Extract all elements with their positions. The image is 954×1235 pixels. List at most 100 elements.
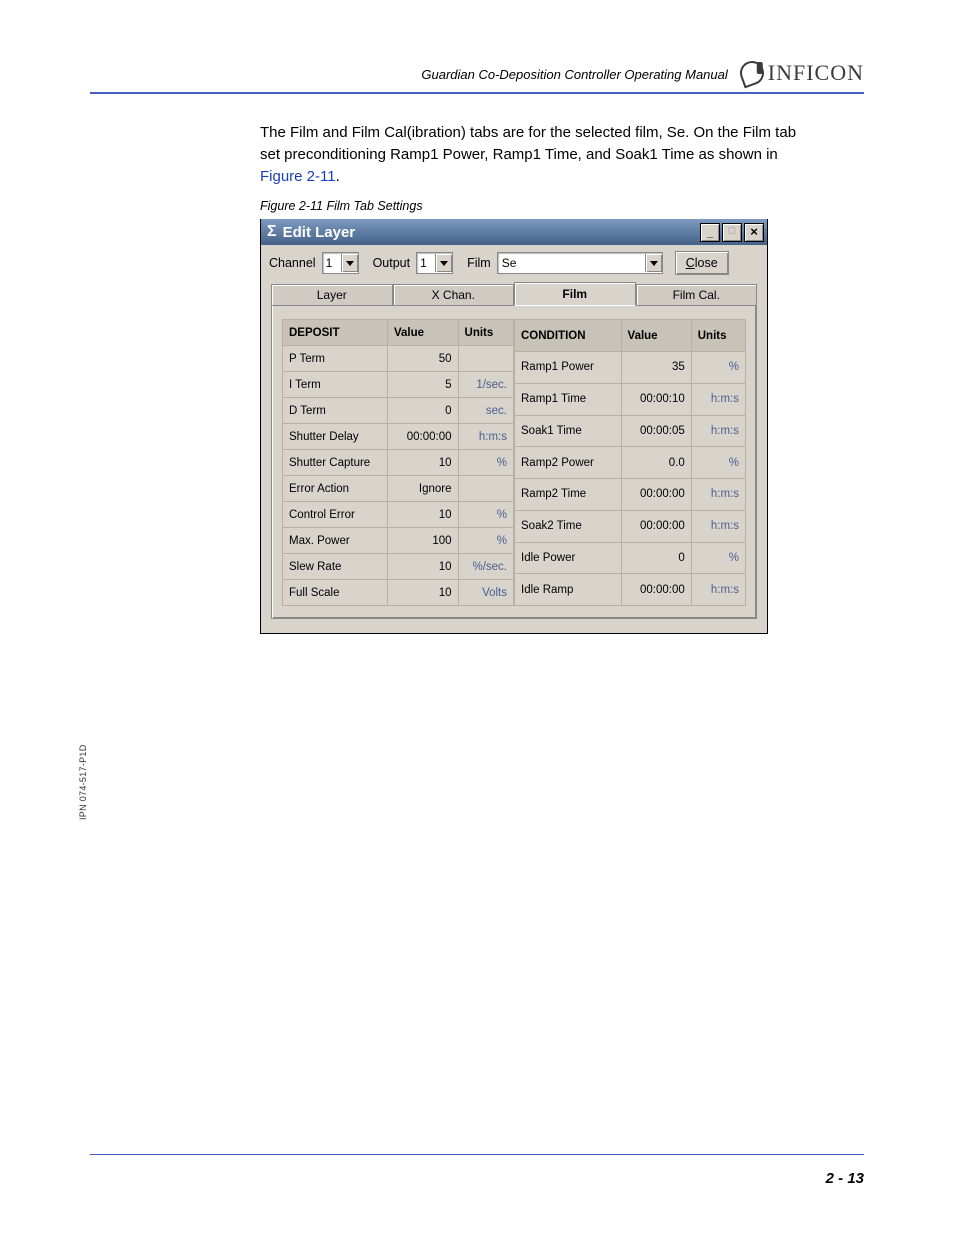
edit-layer-window: Σ Edit Layer _ □ × Channel 1 Output 1 Fi… xyxy=(260,219,768,634)
param-value[interactable]: 10 xyxy=(387,580,458,606)
film-value: Se xyxy=(498,256,645,270)
param-value[interactable]: 10 xyxy=(387,502,458,528)
manual-title: Guardian Co-Deposition Controller Operat… xyxy=(260,67,740,86)
param-name: Ramp1 Power xyxy=(515,352,622,384)
value-header: Value xyxy=(621,320,691,352)
film-label: Film xyxy=(467,256,491,270)
units-header: Units xyxy=(458,320,513,346)
window-title: Edit Layer xyxy=(283,224,700,241)
close-window-button[interactable]: × xyxy=(744,223,764,242)
tab-strip: Layer X Chan. Film Film Cal. xyxy=(271,281,757,305)
param-name: D Term xyxy=(283,398,388,424)
logo-icon xyxy=(736,58,767,89)
param-units: h:m:s xyxy=(691,510,745,542)
table-row: Error ActionIgnore xyxy=(283,476,514,502)
param-units: Volts xyxy=(458,580,513,606)
param-value[interactable]: 100 xyxy=(387,528,458,554)
window-toolbar: Channel 1 Output 1 Film Se Close xyxy=(261,245,767,281)
param-name: Full Scale xyxy=(283,580,388,606)
logo-text: INFICON xyxy=(768,60,864,86)
figure-link[interactable]: Figure 2-11 xyxy=(260,168,336,185)
table-row: Max. Power100% xyxy=(283,528,514,554)
table-row: Full Scale10Volts xyxy=(283,580,514,606)
output-label: Output xyxy=(373,256,411,270)
chevron-down-icon xyxy=(435,254,452,272)
param-value[interactable]: 0.0 xyxy=(621,447,691,479)
param-value[interactable]: 00:00:00 xyxy=(621,479,691,511)
param-value[interactable]: 00:00:10 xyxy=(621,383,691,415)
param-name: Shutter Capture xyxy=(283,450,388,476)
sigma-icon: Σ xyxy=(267,223,277,241)
param-units: h:m:s xyxy=(691,479,745,511)
param-units: 1/sec. xyxy=(458,372,513,398)
maximize-button[interactable]: □ xyxy=(722,223,742,242)
param-name: Ramp2 Power xyxy=(515,447,622,479)
chevron-down-icon xyxy=(341,254,358,272)
deposit-header: DEPOSIT xyxy=(283,320,388,346)
para-line-1: The Film and Film Cal(ibration) tabs are… xyxy=(260,124,796,141)
table-row: Ramp1 Time00:00:10h:m:s xyxy=(515,383,746,415)
param-units: %/sec. xyxy=(458,554,513,580)
param-name: Idle Ramp xyxy=(515,574,622,606)
param-name: Idle Power xyxy=(515,542,622,574)
param-units: % xyxy=(458,528,513,554)
chevron-down-icon xyxy=(645,254,662,272)
close-btn-mnemonic: C xyxy=(686,256,695,270)
film-select[interactable]: Se xyxy=(497,252,663,274)
param-name: Soak1 Time xyxy=(515,415,622,447)
channel-value: 1 xyxy=(323,256,341,270)
close-button[interactable]: Close xyxy=(675,251,729,275)
param-value[interactable]: 10 xyxy=(387,450,458,476)
param-value[interactable]: 35 xyxy=(621,352,691,384)
table-row: Idle Power0% xyxy=(515,542,746,574)
param-value[interactable]: 00:00:00 xyxy=(621,574,691,606)
side-note: IPN 074-517-P1D xyxy=(78,744,88,820)
tab-content: DEPOSIT Value Units P Term50I Term51/sec… xyxy=(271,305,757,619)
tab-film[interactable]: Film xyxy=(514,282,636,306)
table-row: Ramp2 Power0.0% xyxy=(515,447,746,479)
param-value[interactable]: 0 xyxy=(387,398,458,424)
param-units: % xyxy=(691,542,745,574)
footer-divider xyxy=(90,1154,864,1155)
param-units: % xyxy=(691,447,745,479)
param-units: % xyxy=(458,450,513,476)
param-value[interactable]: 0 xyxy=(621,542,691,574)
param-name: Error Action xyxy=(283,476,388,502)
param-value[interactable]: 00:00:05 xyxy=(621,415,691,447)
close-btn-rest: lose xyxy=(695,256,718,270)
output-select[interactable]: 1 xyxy=(416,252,453,274)
page-header: Guardian Co-Deposition Controller Operat… xyxy=(260,60,864,86)
tab-layer[interactable]: Layer xyxy=(271,284,393,306)
table-row: I Term51/sec. xyxy=(283,372,514,398)
param-value[interactable]: 00:00:00 xyxy=(621,510,691,542)
param-units: h:m:s xyxy=(691,574,745,606)
table-row: Soak2 Time00:00:00h:m:s xyxy=(515,510,746,542)
param-name: Shutter Delay xyxy=(283,424,388,450)
tab-xchan[interactable]: X Chan. xyxy=(393,284,515,306)
para-line-2: set preconditioning Ramp1 Power, Ramp1 T… xyxy=(260,146,778,163)
param-name: Max. Power xyxy=(283,528,388,554)
table-row: Idle Ramp00:00:00h:m:s xyxy=(515,574,746,606)
value-header: Value xyxy=(387,320,458,346)
param-value[interactable]: 5 xyxy=(387,372,458,398)
param-value[interactable]: 50 xyxy=(387,346,458,372)
channel-select[interactable]: 1 xyxy=(322,252,359,274)
param-value[interactable]: Ignore xyxy=(387,476,458,502)
window-titlebar[interactable]: Σ Edit Layer _ □ × xyxy=(261,219,767,245)
param-name: Ramp1 Time xyxy=(515,383,622,415)
units-header: Units xyxy=(691,320,745,352)
param-units xyxy=(458,346,513,372)
body-paragraph: The Film and Film Cal(ibration) tabs are… xyxy=(260,122,864,187)
param-units xyxy=(458,476,513,502)
tab-filmcal[interactable]: Film Cal. xyxy=(636,284,758,306)
header-divider xyxy=(90,92,864,94)
param-value[interactable]: 10 xyxy=(387,554,458,580)
table-row: Ramp1 Power35% xyxy=(515,352,746,384)
table-row: Ramp2 Time00:00:00h:m:s xyxy=(515,479,746,511)
channel-label: Channel xyxy=(269,256,316,270)
minimize-button[interactable]: _ xyxy=(700,223,720,242)
param-value[interactable]: 00:00:00 xyxy=(387,424,458,450)
deposit-table: DEPOSIT Value Units P Term50I Term51/sec… xyxy=(282,319,514,606)
condition-table: CONDITION Value Units Ramp1 Power35%Ramp… xyxy=(514,319,746,606)
param-units: sec. xyxy=(458,398,513,424)
